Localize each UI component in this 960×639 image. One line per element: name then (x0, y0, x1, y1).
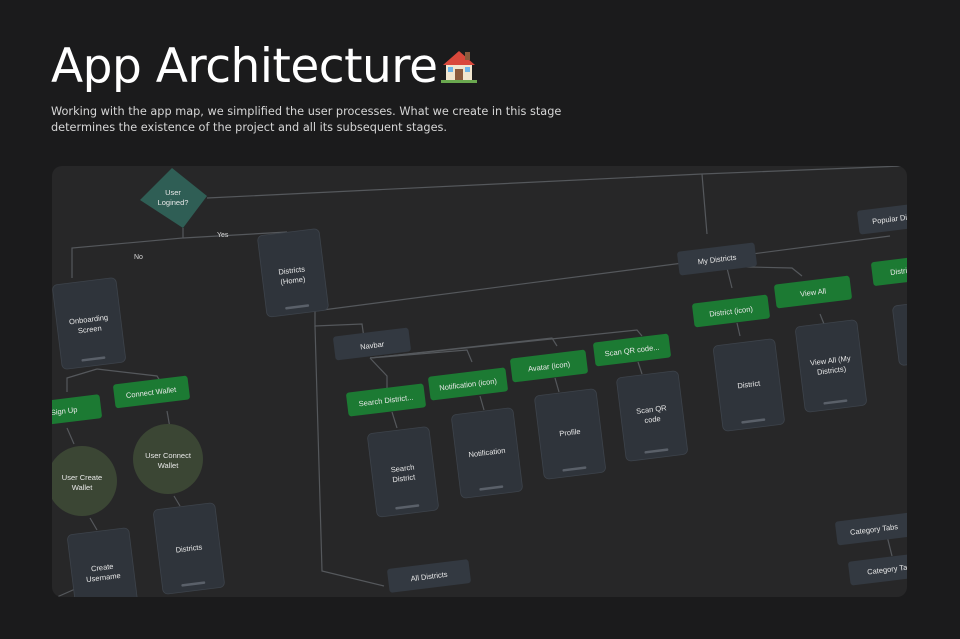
page-title: App Architecture (51, 39, 438, 94)
notification-icon-button-node[interactable]: Notification (icon) (428, 367, 508, 401)
user-create-wallet-node[interactable]: User Create Wallet (52, 446, 117, 516)
connector (206, 166, 903, 199)
svg-text:Wallet: Wallet (72, 483, 93, 492)
architecture-canvas[interactable]: User Logined? No Yes Onboarding Screen S… (52, 166, 907, 597)
page-description: Working with the app map, we simplified … (51, 104, 562, 136)
view-all-button-node[interactable]: View All (774, 275, 852, 309)
connector (71, 228, 184, 278)
avatar-icon-button-node[interactable]: Avatar (icon) (510, 349, 588, 383)
all-districts-node[interactable]: All Districts (387, 559, 471, 593)
district-screen-node[interactable]: District (713, 338, 785, 432)
districts-screen-node-left[interactable]: Districts (153, 502, 225, 595)
connector (819, 313, 825, 325)
search-districts-button-node[interactable]: Search District... (346, 383, 426, 417)
connector (66, 427, 75, 445)
notification-screen-node[interactable]: Notification (451, 407, 523, 499)
onboarding-screen-node[interactable]: Onboarding Screen (52, 277, 126, 370)
connector (66, 368, 98, 392)
svg-text:User Create: User Create (62, 473, 102, 482)
district-icon-button-node[interactable]: District (icon) (692, 294, 770, 328)
connector (391, 411, 398, 429)
connector (173, 495, 181, 507)
distri-button-node[interactable]: Distri (871, 254, 907, 286)
category-tabs-node-2[interactable]: Category Tab (848, 552, 907, 586)
connector (479, 395, 485, 411)
sign-up-button-node[interactable]: Sign Up (52, 394, 102, 426)
connector (369, 357, 388, 388)
search-district-screen-node[interactable]: Search District (367, 426, 439, 518)
connect-wallet-button-node[interactable]: Connect Wallet (113, 375, 190, 409)
user-connect-wallet-node[interactable]: User Connect Wallet (133, 424, 203, 494)
connector (89, 517, 98, 531)
svg-text:Logined?: Logined? (158, 198, 189, 207)
view-all-my-districts-screen-node[interactable]: View All (My Districts) (795, 319, 867, 413)
districts-home-screen-node[interactable]: Districts (Home) (257, 228, 329, 318)
description-line: Working with the app map, we simplified … (51, 105, 562, 118)
connector (554, 377, 560, 393)
my-districts-node[interactable]: My Districts (677, 242, 757, 276)
connector (736, 322, 741, 337)
create-username-screen-node[interactable]: Create Username (67, 527, 139, 597)
decision-user-logined[interactable]: User Logined? (140, 168, 207, 228)
connector (637, 361, 643, 375)
architecture-diagram[interactable]: User Logined? No Yes Onboarding Screen S… (52, 166, 907, 597)
house-emoji-icon (441, 51, 477, 83)
edge-label-no: No (134, 254, 143, 261)
partial-screen-node (892, 301, 907, 366)
category-tabs-node-1[interactable]: Category Tabs (835, 512, 907, 546)
svg-text:Wallet: Wallet (158, 461, 179, 470)
svg-text:User: User (165, 188, 181, 197)
connector (701, 173, 708, 235)
profile-screen-node[interactable]: Profile (534, 388, 606, 480)
scan-qr-screen-node[interactable]: Scan QR code (616, 370, 688, 462)
scan-qr-button-node[interactable]: Scan QR code... (593, 333, 671, 367)
popular-districts-node[interactable]: Popular Dis (857, 201, 907, 235)
edge-label-yes: Yes (217, 232, 229, 239)
svg-text:User Connect: User Connect (145, 451, 192, 460)
description-line: determines the existence of the project … (51, 121, 447, 134)
